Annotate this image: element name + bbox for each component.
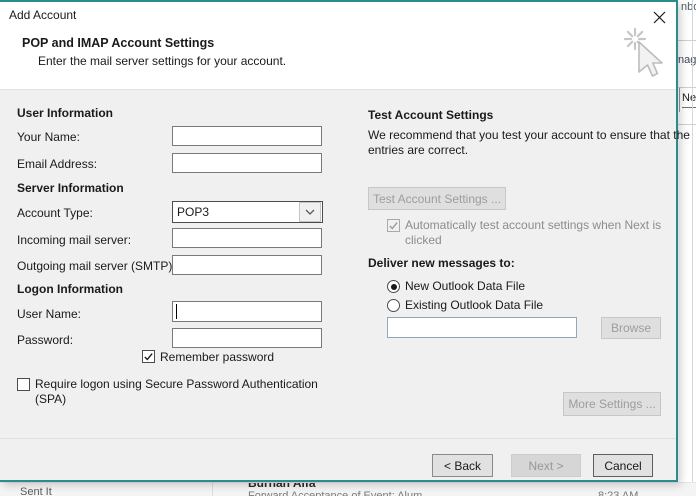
test-description: We recommend that you test your account … bbox=[368, 128, 690, 158]
divider bbox=[0, 438, 676, 439]
section-deliver-new-messages: Deliver new messages to: bbox=[368, 256, 515, 270]
section-user-information: User Information bbox=[17, 106, 113, 120]
account-type-label: Account Type: bbox=[17, 206, 93, 220]
password-field[interactable] bbox=[172, 328, 322, 348]
user-name-field[interactable] bbox=[172, 301, 322, 322]
test-account-settings-button[interactable]: Test Account Settings ... bbox=[368, 187, 506, 210]
text-caret bbox=[176, 304, 177, 319]
browse-button[interactable]: Browse bbox=[601, 317, 661, 339]
divider bbox=[682, 107, 696, 108]
divider bbox=[212, 483, 213, 496]
background-manage-fragment: nag- bbox=[678, 54, 696, 66]
account-type-select[interactable]: POP3 bbox=[172, 201, 323, 223]
dialog-title: Add Account bbox=[9, 8, 76, 22]
radio-existing-data-file-label[interactable]: Existing Outlook Data File bbox=[405, 298, 543, 312]
next-button[interactable]: Next > bbox=[511, 454, 581, 477]
data-file-path-field[interactable] bbox=[387, 317, 577, 338]
radio-new-data-file-label[interactable]: New Outlook Data File bbox=[405, 279, 525, 293]
combo-dropdown-button[interactable] bbox=[299, 202, 321, 222]
dialog-border-top bbox=[0, 0, 678, 2]
outgoing-server-field[interactable] bbox=[172, 255, 322, 275]
your-name-label: Your Name: bbox=[17, 130, 80, 144]
divider bbox=[679, 88, 680, 112]
divider bbox=[678, 40, 696, 41]
radio-new-data-file[interactable] bbox=[387, 280, 400, 293]
outgoing-server-label: Outgoing mail server (SMTP): bbox=[17, 259, 176, 273]
divider bbox=[678, 124, 696, 125]
spa-label[interactable]: Require logon using Secure Password Auth… bbox=[35, 377, 347, 407]
section-test-account-settings: Test Account Settings bbox=[368, 108, 493, 122]
close-icon bbox=[653, 11, 666, 24]
your-name-field[interactable] bbox=[172, 126, 322, 146]
dialog-border-right bbox=[676, 0, 678, 482]
password-label: Password: bbox=[17, 333, 73, 347]
radio-existing-data-file[interactable] bbox=[387, 299, 400, 312]
background-new-button-fragment[interactable]: New bbox=[682, 92, 696, 104]
background-scrollbar-edge[interactable] bbox=[692, 0, 693, 482]
email-address-field[interactable] bbox=[172, 153, 322, 173]
radio-dot-icon bbox=[391, 284, 397, 290]
chevron-down-icon bbox=[305, 209, 315, 215]
incoming-server-field[interactable] bbox=[172, 228, 322, 248]
add-account-dialog: Add Account POP and IMAP Account Setting… bbox=[0, 0, 678, 482]
background-message-sender[interactable]: Burhan Alfa bbox=[248, 482, 316, 490]
background-bottom-strip: Sent It Burhan Alfa Forward Acceptance o… bbox=[0, 482, 696, 496]
background-inbox-fragment: nbo bbox=[681, 1, 696, 13]
page-subtitle: Enter the mail server settings for your … bbox=[38, 54, 286, 68]
cancel-button[interactable]: Cancel bbox=[593, 454, 653, 477]
background-message-time: 8:23 AM bbox=[598, 490, 638, 496]
remember-password-label[interactable]: Remember password bbox=[160, 350, 274, 364]
background-message-subject[interactable]: Forward Acceptance of Event: Alum bbox=[248, 490, 422, 496]
more-settings-button[interactable]: More Settings ... bbox=[563, 392, 661, 416]
auto-test-label[interactable]: Automatically test account settings when… bbox=[405, 218, 673, 248]
user-name-label: User Name: bbox=[17, 307, 81, 321]
dialog-border-bottom bbox=[0, 480, 678, 482]
divider bbox=[678, 87, 696, 88]
busy-cursor-icon bbox=[622, 26, 666, 93]
email-address-label: Email Address: bbox=[17, 157, 97, 171]
spa-checkbox[interactable] bbox=[17, 378, 30, 391]
page-title: POP and IMAP Account Settings bbox=[22, 36, 214, 50]
checkmark-icon bbox=[388, 220, 399, 231]
auto-test-checkbox[interactable] bbox=[387, 219, 400, 232]
section-logon-information: Logon Information bbox=[17, 282, 123, 296]
screen: nbo nag- New Sent It Burhan Alfa Forward… bbox=[0, 0, 696, 495]
background-right-strip: nbo nag- New bbox=[678, 0, 696, 482]
account-type-value: POP3 bbox=[173, 205, 299, 219]
checkmark-icon bbox=[143, 351, 154, 362]
incoming-server-label: Incoming mail server: bbox=[17, 233, 131, 247]
back-button[interactable]: < Back bbox=[432, 454, 493, 477]
remember-password-checkbox[interactable] bbox=[142, 350, 155, 363]
section-server-information: Server Information bbox=[17, 181, 124, 195]
